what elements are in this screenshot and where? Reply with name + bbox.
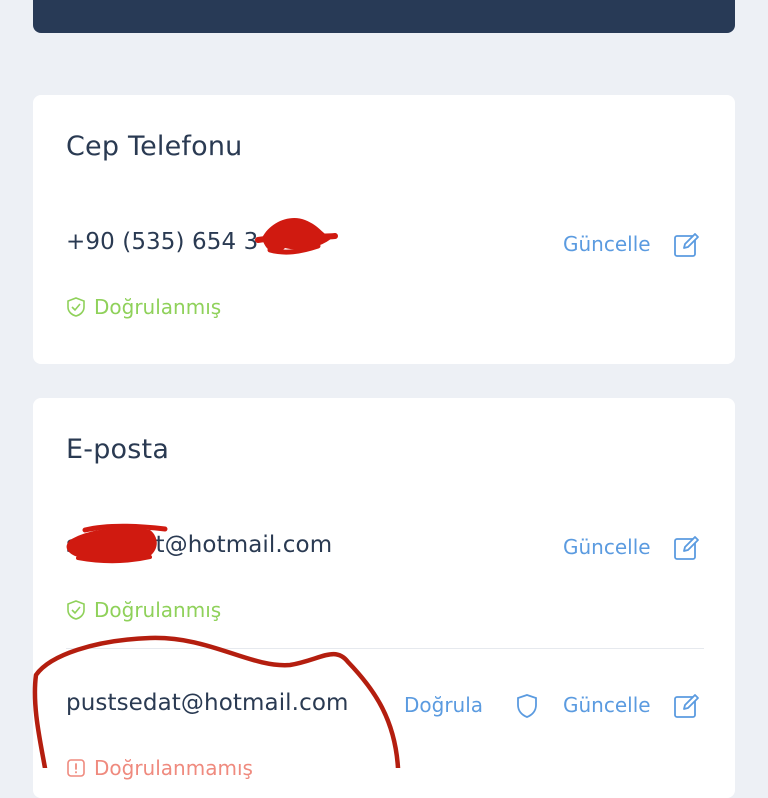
email-section-title: E-posta (66, 434, 170, 465)
header-bar (33, 0, 735, 33)
primary-email-verified-status: Doğrulanmış (66, 598, 221, 622)
primary-email-update-link[interactable]: Güncelle (563, 535, 651, 559)
edit-icon[interactable] (673, 231, 701, 263)
shield-check-icon (67, 297, 85, 317)
phone-section-title: Cep Telefonu (66, 131, 243, 162)
email-card: E-posta s azimut@hotmail.com Güncelle Do… (33, 398, 735, 798)
secondary-email-update-link[interactable]: Güncelle (563, 693, 651, 717)
shield-check-icon (67, 600, 85, 620)
secondary-email-unverified-label: Doğrulanmamış (94, 756, 253, 780)
secondary-email-verify-link[interactable]: Doğrula (404, 693, 483, 717)
secondary-email-unverified-status: Doğrulanmamış (66, 756, 253, 780)
primary-email: s azimut@hotmail.com (66, 532, 333, 558)
phone-verified-label: Doğrulanmış (94, 295, 222, 319)
email-divider (66, 648, 704, 649)
secondary-email: pustsedat@hotmail.com (66, 690, 349, 716)
shield-icon[interactable] (515, 693, 539, 723)
phone-update-link[interactable]: Güncelle (563, 232, 651, 256)
phone-card: Cep Telefonu +90 (535) 654 3 Güncelle Do… (33, 95, 735, 364)
phone-verified-status: Doğrulanmış (66, 295, 221, 319)
edit-icon[interactable] (673, 534, 701, 566)
phone-number: +90 (535) 654 3 (66, 229, 259, 255)
primary-email-verified-label: Doğrulanmış (94, 598, 222, 622)
edit-icon[interactable] (673, 692, 701, 724)
alert-icon (67, 759, 85, 777)
